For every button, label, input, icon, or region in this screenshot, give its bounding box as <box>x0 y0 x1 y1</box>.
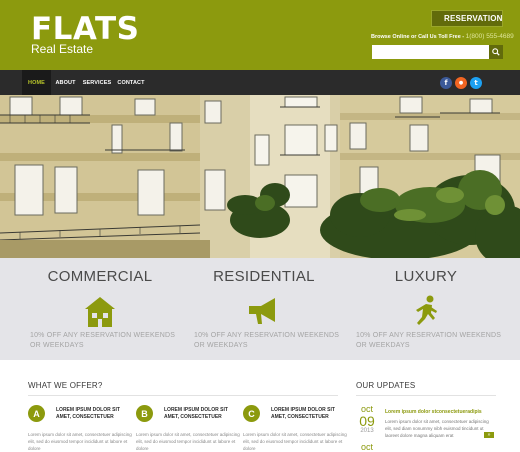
hero-image <box>0 95 520 258</box>
updates-section-title: OUR UPDATES <box>356 381 416 390</box>
walking-person-icon <box>416 295 437 325</box>
site-header: FLATS Real Estate RESERVATION Browse Onl… <box>0 0 520 70</box>
logo-tagline: Real Estate <box>31 42 94 56</box>
nav-item-contact[interactable]: CONTACT <box>114 70 148 95</box>
contact-text: Browse Online or Call Us Toll Free - <box>371 34 466 40</box>
nav-item-about[interactable]: ABOUT <box>51 70 80 95</box>
search-button[interactable] <box>489 45 503 59</box>
facebook-icon[interactable]: f <box>440 77 452 89</box>
feature-title: COMMERCIAL <box>47 268 153 285</box>
feature-title: LUXURY <box>394 268 458 285</box>
search-icon <box>492 48 500 56</box>
twitter-icon[interactable]: t <box>470 77 482 89</box>
reservation-button[interactable]: RESERVATION <box>431 10 503 27</box>
offer-item: B LOREM IPSUM DOLOR SIT AMET, CONSECTETU… <box>136 405 240 451</box>
update-date: oct <box>356 442 378 452</box>
rss-icon[interactable]: ● <box>455 77 467 89</box>
feature-title: RESIDENTIAL <box>213 268 315 285</box>
reservation-label: RESERVATION <box>444 14 503 23</box>
offer-text: Lorem ipsum dolor sit amet, consectetuer… <box>243 432 347 451</box>
update-day: 09 <box>359 413 375 429</box>
offer-text: Lorem ipsum dolor sit amet, consectetuer… <box>136 432 240 451</box>
logo[interactable]: FLATS <box>31 14 140 45</box>
offer-badge: C <box>243 405 260 422</box>
offer-heading[interactable]: LOREM IPSUM DOLOR SIT AMET, CONSECTETUER <box>271 407 346 421</box>
feature-text: 10% OFF ANY RESERVATION WEEKENDS OR WEEK… <box>194 332 340 349</box>
update-text: Lorem ipsum dolor sit amet, consectetuer… <box>385 419 489 438</box>
courtyard-photo <box>0 95 520 258</box>
update-month: oct <box>360 442 373 452</box>
contact-info: Browse Online or Call Us Toll Free - 1(8… <box>371 33 514 40</box>
megaphone-icon <box>249 298 275 324</box>
offer-badge: B <box>136 405 153 422</box>
update-year: 2013 <box>360 428 374 434</box>
offer-text: Lorem ipsum dolor sit amet, consectetuer… <box>28 432 132 451</box>
offer-heading[interactable]: LOREM IPSUM DOLOR SIT AMET, CONSECTETUER <box>164 407 239 421</box>
house-icon <box>85 297 115 327</box>
main-nav: HOME ABOUT SERVICES CONTACT f ● t <box>0 70 520 95</box>
feature-text: 10% OFF ANY RESERVATION WEEKENDS OR WEEK… <box>30 332 176 349</box>
read-more-button[interactable]: » <box>484 432 494 438</box>
nav-item-home[interactable]: HOME <box>22 70 51 95</box>
features-section: COMMERCIAL 10% OFF ANY RESERVATION WEEKE… <box>0 258 520 360</box>
offer-item: C LOREM IPSUM DOLOR SIT AMET, CONSECTETU… <box>243 405 347 451</box>
offer-section-title: WHAT WE OFFER? <box>28 381 103 390</box>
phone-number[interactable]: 1(800) 555-4689 <box>466 33 514 40</box>
feature-text: 10% OFF ANY RESERVATION WEEKENDS OR WEEK… <box>356 332 502 349</box>
offer-heading[interactable]: LOREM IPSUM DOLOR SIT AMET, CONSECTETUER <box>56 407 131 421</box>
update-date: oct 09 2013 <box>356 404 378 435</box>
update-heading[interactable]: Lorem ipsum dolor stconsectetueradipis <box>385 409 482 415</box>
nav-item-services[interactable]: SERVICES <box>80 70 114 95</box>
reservation-icon <box>437 15 439 22</box>
offer-item: A LOREM IPSUM DOLOR SIT AMET, CONSECTETU… <box>28 405 132 451</box>
divider <box>28 395 338 396</box>
offer-badge: A <box>28 405 45 422</box>
divider <box>356 395 496 396</box>
search-input[interactable] <box>372 45 490 59</box>
